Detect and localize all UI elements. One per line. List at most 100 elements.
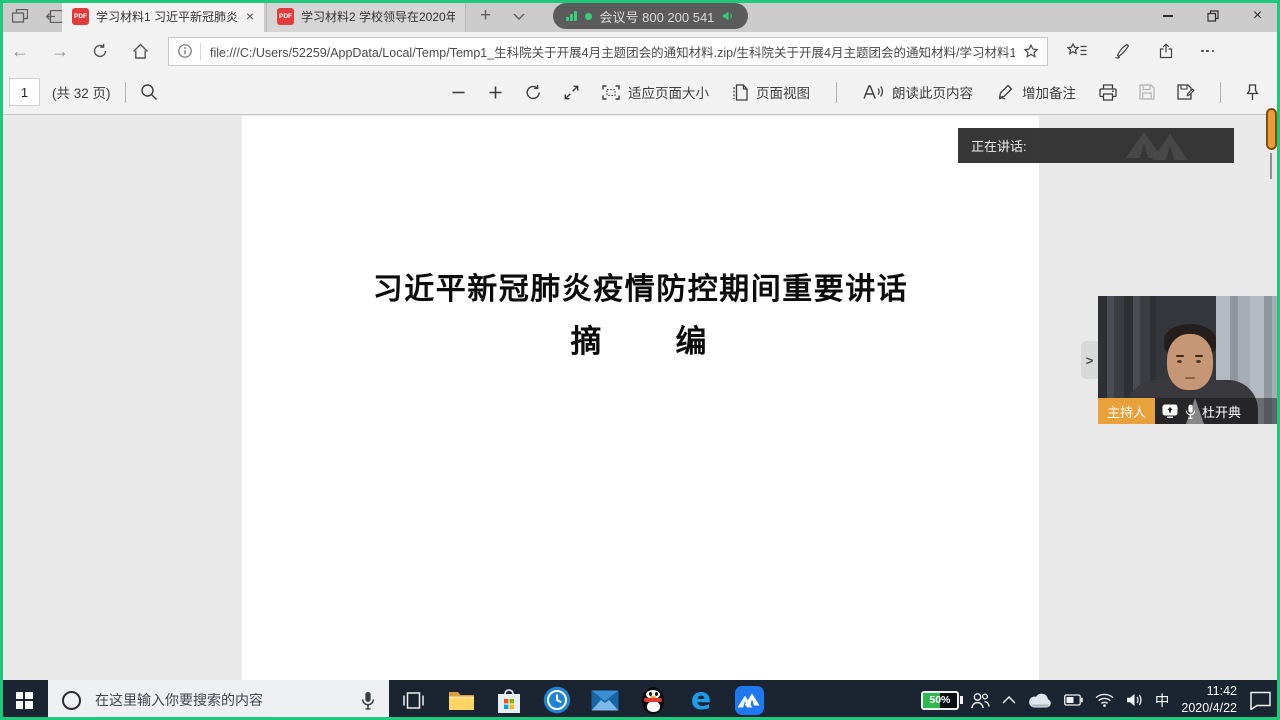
- tab-title: 学习材料2 学校领导在2020年春: [301, 8, 455, 25]
- page-number-input[interactable]: 1: [9, 78, 40, 106]
- taskbar-clock[interactable]: 11:42 2020/4/22: [1181, 683, 1237, 717]
- zoom-out-button[interactable]: [440, 85, 477, 100]
- meeting-id-pill[interactable]: 会议号 800 200 541: [553, 3, 748, 29]
- action-center-icon[interactable]: [1249, 691, 1272, 710]
- video-name-bar: 主持人 杜开典: [1098, 398, 1280, 424]
- windows-taskbar: 在这里输入你要搜索的内容 e: [0, 680, 1280, 720]
- battery-tray-icon[interactable]: [1064, 694, 1083, 706]
- close-window-button[interactable]: ×: [1235, 0, 1280, 32]
- clock-app-button[interactable]: [533, 680, 581, 720]
- start-button[interactable]: [0, 680, 48, 720]
- onedrive-cloud-icon[interactable]: [1028, 693, 1052, 708]
- document-title-line1: 习近平新冠肺炎疫情防控期间重要讲话: [242, 264, 1039, 308]
- set-tabs-aside-icon[interactable]: [46, 10, 63, 23]
- tabs-set-aside-list-icon[interactable]: [12, 9, 28, 23]
- fit-page-label: 适应页面大小: [628, 82, 709, 102]
- new-tab-button[interactable]: +: [480, 5, 491, 27]
- pdf-search-button[interactable]: [140, 83, 158, 101]
- video-panel-collapse-button[interactable]: >: [1081, 341, 1098, 379]
- restore-button[interactable]: [1190, 0, 1235, 32]
- scrollbar-track[interactable]: [1270, 153, 1272, 179]
- file-explorer-button[interactable]: [437, 680, 485, 720]
- tab-study-material-1[interactable]: PDF 学习材料1 习近平新冠肺炎疫情 ×: [62, 0, 264, 32]
- read-aloud-button[interactable]: 朗读此页内容: [851, 82, 985, 102]
- favorites-hub-icon[interactable]: [1067, 43, 1087, 59]
- url-field[interactable]: file:///C:/Users/52259/AppData/Local/Tem…: [168, 37, 1048, 66]
- expand-icon: [564, 85, 579, 100]
- taskbar-search-box[interactable]: 在这里输入你要搜索的内容: [48, 680, 389, 720]
- microsoft-store-button[interactable]: [485, 680, 533, 720]
- print-icon: [1099, 84, 1117, 101]
- meeting-id-label: 会议号 800 200 541: [600, 7, 715, 26]
- minimize-icon: [1163, 15, 1173, 17]
- windows-logo-icon: [16, 692, 33, 709]
- microphone-icon: [1185, 404, 1196, 419]
- pdf-file-icon: PDF: [277, 8, 294, 25]
- annotate-pen-icon[interactable]: [1114, 43, 1131, 59]
- fullscreen-button[interactable]: [553, 85, 590, 100]
- print-button[interactable]: [1088, 84, 1128, 101]
- share-icon[interactable]: [1158, 43, 1174, 59]
- refresh-icon: [92, 43, 108, 59]
- participant-video-window[interactable]: 主持人 杜开典: [1098, 296, 1280, 424]
- save-icon: [1139, 84, 1155, 100]
- add-favorite-star-icon[interactable]: [1023, 44, 1039, 59]
- now-speaking-overlay: 正在讲话:: [958, 128, 1234, 163]
- battery-widget[interactable]: 50%: [921, 691, 959, 710]
- tray-overflow-chevron-icon[interactable]: [1002, 696, 1016, 704]
- forward-button[interactable]: →: [40, 41, 80, 62]
- cortana-icon: [62, 691, 81, 710]
- volume-tray-icon[interactable]: [1126, 693, 1143, 707]
- note-pen-icon: [997, 84, 1014, 100]
- edge-browser-button[interactable]: e: [677, 680, 725, 720]
- page-view-button[interactable]: 页面视图: [721, 82, 822, 102]
- more-menu-icon[interactable]: [1201, 50, 1214, 53]
- restore-icon: [1207, 10, 1219, 22]
- wifi-tray-icon[interactable]: [1095, 693, 1114, 707]
- tencent-meeting-button[interactable]: [725, 680, 773, 720]
- back-button[interactable]: ←: [0, 41, 40, 62]
- page-count-label: (共 32 页): [52, 82, 111, 102]
- qq-button[interactable]: [629, 680, 677, 720]
- scrollbar-thumb[interactable]: [1266, 108, 1277, 150]
- task-view-button[interactable]: [389, 680, 437, 720]
- save-as-icon: [1177, 84, 1195, 100]
- now-speaking-label: 正在讲话:: [971, 136, 1027, 155]
- search-mic-icon[interactable]: [361, 691, 375, 710]
- store-icon: [497, 687, 521, 714]
- tab-title: 学习材料1 习近平新冠肺炎疫情: [96, 8, 239, 25]
- minus-icon: [451, 85, 466, 100]
- ime-indicator[interactable]: 中: [1155, 690, 1170, 711]
- address-bar: ← → file:///C:/Users/52259/AppData/Local…: [0, 32, 1280, 70]
- add-note-label: 增加备注: [1022, 82, 1076, 102]
- pdf-file-icon: PDF: [72, 8, 89, 25]
- save-button: [1128, 84, 1166, 100]
- tab-study-material-2[interactable]: PDF 学习材料2 学校领导在2020年春: [266, 0, 466, 32]
- search-icon: [140, 83, 158, 101]
- divider: [1220, 82, 1221, 103]
- refresh-button[interactable]: [80, 43, 120, 59]
- host-badge: 主持人: [1098, 398, 1155, 424]
- pin-toolbar-button[interactable]: [1235, 84, 1270, 101]
- minimize-button[interactable]: [1145, 0, 1190, 32]
- home-button[interactable]: [120, 43, 160, 59]
- rotate-button[interactable]: [514, 84, 553, 101]
- fit-page-button[interactable]: 适应页面大小: [590, 82, 721, 102]
- mail-app-button[interactable]: [581, 680, 629, 720]
- zoom-in-button[interactable]: [477, 85, 514, 100]
- home-icon: [132, 43, 149, 59]
- tencent-meeting-icon: [735, 686, 764, 715]
- tab-list-chevron-icon[interactable]: [513, 13, 525, 20]
- people-tray-icon[interactable]: [971, 692, 990, 709]
- qq-penguin-icon: [640, 685, 666, 715]
- divider: [836, 82, 837, 103]
- status-dot: [585, 13, 592, 20]
- screen-sharing-icon: [1162, 404, 1178, 418]
- save-as-button[interactable]: [1166, 84, 1206, 100]
- page-view-icon: [733, 84, 748, 101]
- read-aloud-label: 朗读此页内容: [892, 82, 973, 102]
- participant-name: 杜开典: [1202, 402, 1241, 421]
- info-icon: [178, 44, 192, 58]
- add-note-button[interactable]: 增加备注: [985, 82, 1088, 102]
- close-tab-icon[interactable]: ×: [246, 9, 254, 23]
